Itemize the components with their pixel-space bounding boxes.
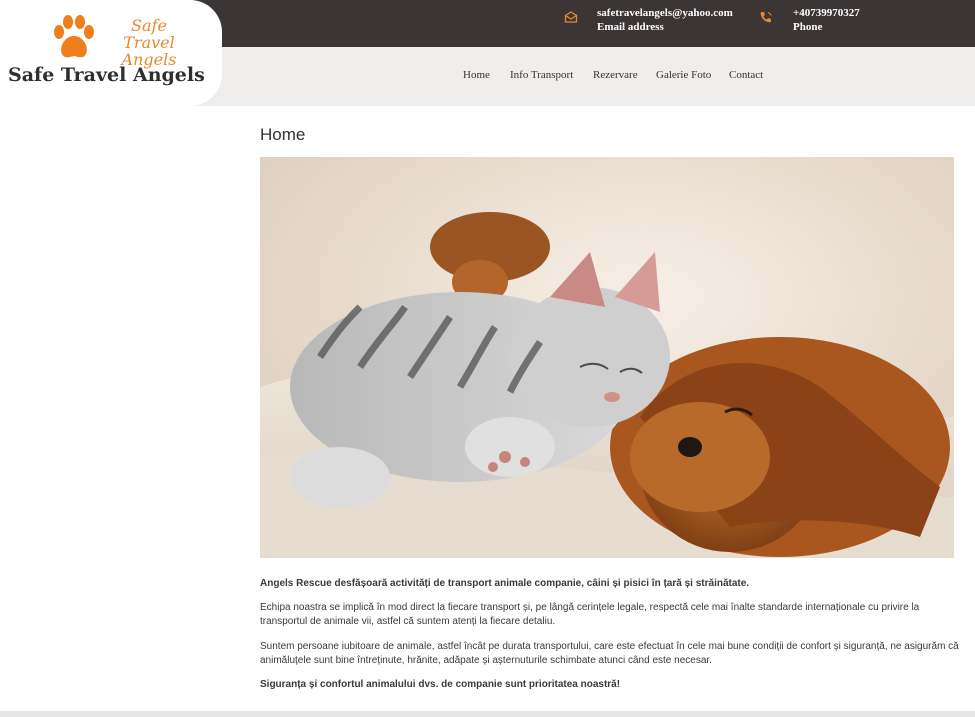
paw-icon: [54, 15, 94, 58]
nav-rezervare[interactable]: Rezervare: [593, 69, 638, 81]
email-contact[interactable]: safetravelangels@yahoo.com Email address: [597, 6, 733, 34]
phone-label: Phone: [793, 21, 823, 33]
logo-script-text: Safe Travel Angels: [104, 17, 194, 68]
hero-image: [260, 157, 954, 558]
phone-icon: [760, 12, 772, 23]
nav-home[interactable]: Home: [463, 69, 490, 81]
care-paragraph: Suntem persoane iubitoare de animale, as…: [260, 641, 959, 666]
nav-info-transport[interactable]: Info Transport: [510, 69, 573, 81]
email-value[interactable]: safetravelangels@yahoo.com: [597, 6, 733, 20]
phone-contact[interactable]: +40739970327 Phone: [793, 6, 860, 34]
nav-galerie-foto[interactable]: Galerie Foto: [656, 69, 711, 81]
email-label: Email address: [597, 21, 664, 33]
phone-value[interactable]: +40739970327: [793, 6, 860, 20]
priority-paragraph: Siguranța și confortul animalului dvs. d…: [260, 679, 621, 690]
nav-contact[interactable]: Contact: [729, 69, 763, 81]
page-title: Home: [260, 125, 306, 144]
kitten-puppy-image: [260, 157, 954, 558]
site-title: Safe Travel Angels: [8, 64, 205, 86]
envelope-icon: [564, 11, 578, 23]
intro-paragraph: Angels Rescue desfășoară activități de t…: [260, 578, 750, 589]
team-paragraph: Echipa noastra se implică în mod direct …: [260, 602, 920, 627]
logo-script-line1: Safe Travel: [123, 16, 175, 52]
logo[interactable]: Safe Travel Angels Safe Travel Angels: [0, 0, 222, 106]
footer-strip: [0, 711, 975, 717]
